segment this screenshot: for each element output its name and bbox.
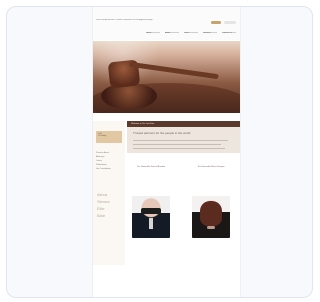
sidebar-links: Practice Areas Attorneys Courts Publicat…	[96, 151, 122, 171]
intro-section: Welcome to Our Law Firm Trusted partners…	[127, 121, 240, 153]
nav-home[interactable]: Home	[146, 31, 160, 33]
browser-preview-card: Ross and Associates Trusted Counselors t…	[6, 6, 313, 298]
contact-line-1: Alexa	[97, 192, 108, 197]
profile-photo-2	[192, 196, 230, 238]
contact-line-3: Ellie	[97, 206, 105, 211]
main-content: Welcome to Our Law Firm Trusted partners…	[127, 121, 240, 297]
site-title: Ross and Associates Trusted Counselors t…	[96, 19, 153, 21]
main-navigation: Home About Team Services Contact Us	[93, 29, 240, 35]
hero-image	[93, 41, 240, 113]
profile-name-2: The Honorable Elena Vasquez	[197, 166, 225, 168]
intro-title: Trusted partners for the people in the w…	[133, 131, 191, 135]
nav-team[interactable]: Team	[184, 31, 198, 33]
nav-about[interactable]: About	[165, 31, 179, 33]
intro-text-line-1	[133, 140, 228, 141]
intro-text-line-3	[133, 148, 225, 149]
sidebar-callout[interactable]: Call Us Today	[96, 131, 122, 143]
profile-name-1: The Honorable Samuel Bowden	[136, 166, 166, 168]
contact-line-4: Blair	[97, 213, 106, 218]
sidebar: Call Us Today Practice Areas Attorneys C…	[93, 121, 125, 265]
sidebar-link-consultation[interactable]: Get Consultation	[96, 167, 122, 171]
nav-services[interactable]: Services	[203, 31, 217, 33]
sidebar-callout-line-2: Us Today	[98, 135, 107, 137]
profile-card-2: The Honorable Elena Vasquez	[187, 166, 235, 246]
header-bar: Ross and Associates Trusted Counselors t…	[93, 7, 240, 40]
gavel-handle	[129, 61, 219, 80]
search-field[interactable]	[224, 21, 236, 24]
page-content: Call Us Today Practice Areas Attorneys C…	[93, 113, 240, 297]
contact-line-2: Sienna	[97, 199, 110, 204]
intro-heading: Welcome to Our Law Firm	[127, 121, 240, 127]
intro-text-line-2	[133, 144, 221, 145]
gavel-base	[101, 83, 157, 109]
sidebar-contact: Alexa Sienna Ellie Blair	[97, 191, 121, 219]
web-page: Ross and Associates Trusted Counselors t…	[93, 7, 240, 297]
profile-card-1: The Honorable Samuel Bowden	[127, 166, 175, 246]
profile-photo-1	[132, 196, 170, 238]
header-button[interactable]	[211, 21, 221, 24]
nav-contact[interactable]: Contact Us	[222, 31, 236, 33]
